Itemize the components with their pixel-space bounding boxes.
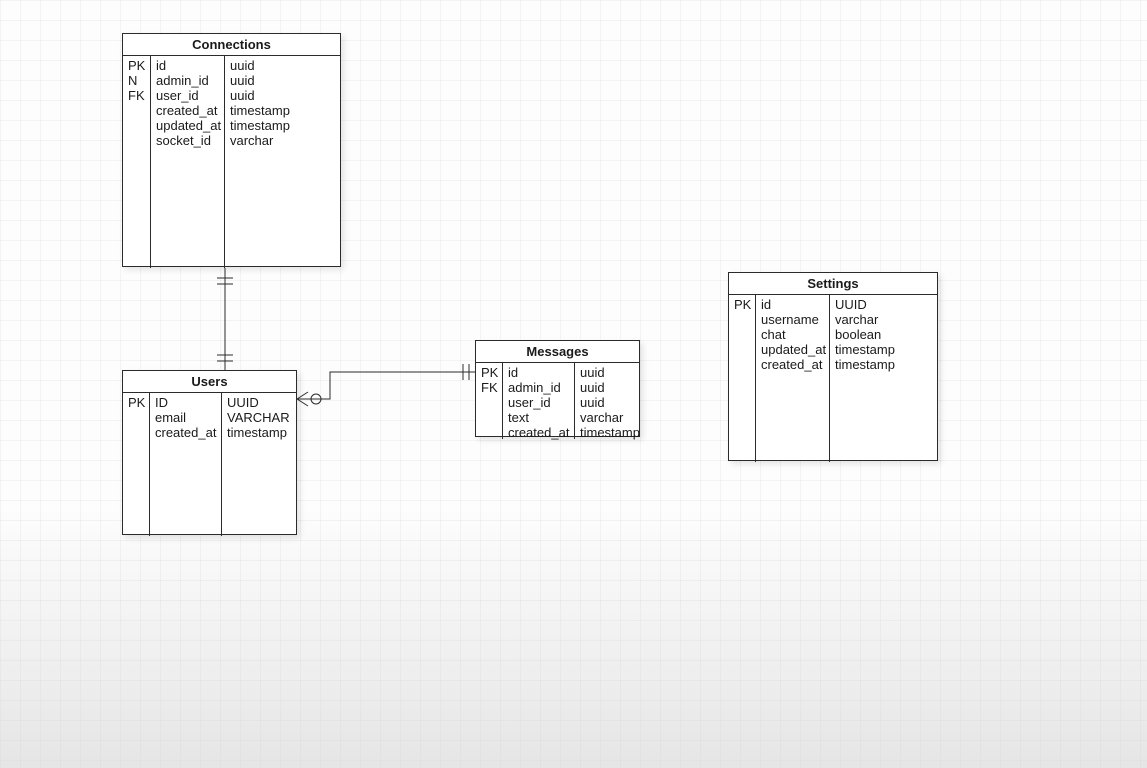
cell-name: user_id	[156, 88, 219, 103]
cell-type: timestamp	[835, 342, 932, 357]
cell-type: timestamp	[835, 357, 932, 372]
entity-title: Settings	[729, 273, 937, 295]
cell-key: FK	[128, 88, 145, 103]
entity-title: Users	[123, 371, 296, 393]
cell-type: timestamp	[227, 425, 291, 440]
entity-messages[interactable]: Messages PK FK id admin_id user_id text …	[475, 340, 640, 437]
cell-name: socket_id	[156, 133, 219, 148]
entity-connections[interactable]: Connections PK N FK id admin_id user_id …	[122, 33, 341, 267]
cell-name: email	[155, 410, 216, 425]
cell-name: created_at	[155, 425, 216, 440]
cell-key: FK	[481, 380, 497, 395]
col-name: id username chat updated_at created_at	[756, 295, 830, 462]
col-key: PK	[729, 295, 756, 462]
col-type: UUID varchar boolean timestamp timestamp	[830, 295, 937, 462]
col-name: id admin_id user_id created_at updated_a…	[151, 56, 225, 268]
entity-users[interactable]: Users PK ID email created_at UUID VARCHA…	[122, 370, 297, 535]
cell-type: UUID	[227, 395, 291, 410]
connector-users-messages	[297, 364, 475, 406]
cell-name: created_at	[156, 103, 219, 118]
cell-type: uuid	[580, 380, 640, 395]
cell-name: created_at	[508, 425, 569, 440]
connector-connections-users	[217, 268, 233, 370]
entity-settings[interactable]: Settings PK id username chat updated_at …	[728, 272, 938, 461]
entity-body: PK id username chat updated_at created_a…	[729, 295, 937, 462]
cell-key: PK	[128, 395, 144, 410]
cell-name: username	[761, 312, 824, 327]
cell-name: text	[508, 410, 569, 425]
cell-name: ID	[155, 395, 216, 410]
cell-name: updated_at	[156, 118, 219, 133]
cell-type: VARCHAR	[227, 410, 291, 425]
cell-name: chat	[761, 327, 824, 342]
col-name: id admin_id user_id text created_at	[503, 363, 575, 439]
entity-body: PK ID email created_at UUID VARCHAR time…	[123, 393, 296, 536]
col-key: PK N FK	[123, 56, 151, 268]
cell-type: uuid	[230, 88, 335, 103]
cell-type: varchar	[580, 410, 640, 425]
cell-type: uuid	[580, 395, 640, 410]
cell-type: uuid	[230, 73, 335, 88]
cell-type: uuid	[580, 365, 640, 380]
col-type: uuid uuid uuid varchar timestamp	[575, 363, 645, 439]
cell-name: admin_id	[156, 73, 219, 88]
cell-name: id	[156, 58, 219, 73]
cell-type: timestamp	[230, 118, 335, 133]
col-type: UUID VARCHAR timestamp	[222, 393, 296, 536]
cell-name: updated_at	[761, 342, 824, 357]
entity-title: Connections	[123, 34, 340, 56]
cell-name: user_id	[508, 395, 569, 410]
cell-key: PK	[734, 297, 750, 312]
cell-type: uuid	[230, 58, 335, 73]
entity-body: PK FK id admin_id user_id text created_a…	[476, 363, 639, 439]
cell-key: PK	[128, 58, 145, 73]
cell-type: varchar	[835, 312, 932, 327]
cell-key: N	[128, 73, 145, 88]
col-name: ID email created_at	[150, 393, 222, 536]
cell-type: UUID	[835, 297, 932, 312]
entity-body: PK N FK id admin_id user_id created_at u…	[123, 56, 340, 268]
col-key: PK FK	[476, 363, 503, 439]
cell-type: boolean	[835, 327, 932, 342]
cell-type: timestamp	[230, 103, 335, 118]
cell-name: admin_id	[508, 380, 569, 395]
col-type: uuid uuid uuid timestamp timestamp varch…	[225, 56, 340, 268]
cell-name: id	[761, 297, 824, 312]
diagram-canvas[interactable]: Connections PK N FK id admin_id user_id …	[0, 0, 1147, 768]
cell-type: varchar	[230, 133, 335, 148]
cell-name: id	[508, 365, 569, 380]
cell-type: timestamp	[580, 425, 640, 440]
cell-key: PK	[481, 365, 497, 380]
entity-title: Messages	[476, 341, 639, 363]
cell-name: created_at	[761, 357, 824, 372]
col-key: PK	[123, 393, 150, 536]
